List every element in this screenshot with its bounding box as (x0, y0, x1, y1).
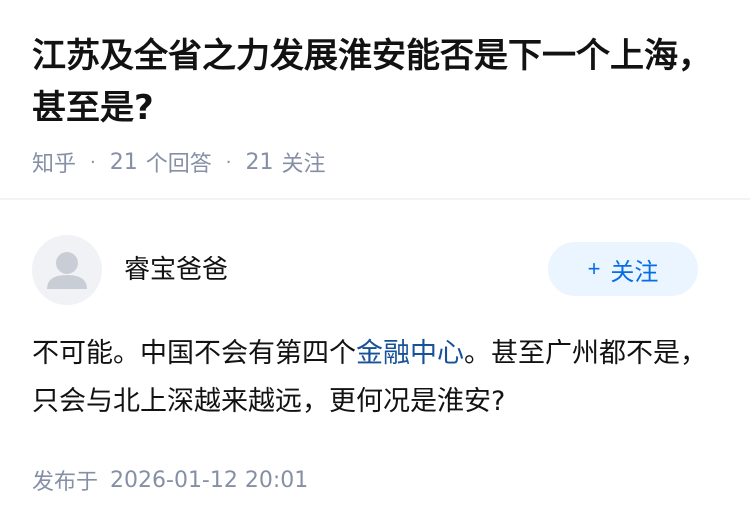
meta-separator: · (90, 151, 96, 173)
source-name[interactable]: 知乎 (32, 146, 76, 178)
question-meta: 知乎 · 21 个回答 · 21 关注 (32, 146, 722, 178)
default-avatar-icon[interactable] (32, 235, 102, 305)
follow-button[interactable]: + 关注 (548, 242, 698, 296)
author-name[interactable]: 睿宝爸爸 (124, 249, 228, 286)
publish-info: 发布于 2026-01-12 20:01 (32, 464, 308, 496)
question-title[interactable]: 江苏及全省之力发展淮安能否是下一个上海，甚至是? (32, 30, 722, 134)
answer-content: 不可能。中国不会有第四个金融中心。甚至广州都不是，只会与北上深越来越远，更何况是… (32, 330, 722, 426)
answer-count-label[interactable]: 个回答 (146, 146, 212, 178)
publish-datetime: 2026-01-12 20:01 (110, 467, 309, 493)
question-header: 江苏及全省之力发展淮安能否是下一个上海，甚至是? 知乎 · 21 个回答 · 2… (32, 30, 722, 178)
section-divider (0, 198, 750, 200)
keyword-link[interactable]: 金融中心 (356, 338, 464, 369)
author-row: 睿宝爸爸 + 关注 (32, 234, 718, 306)
answer-count: 21 (109, 149, 138, 175)
answer-text: 不可能。中国不会有第四个 (32, 338, 356, 369)
follower-count-label: 关注 (281, 152, 326, 177)
publish-label: 发布于 (32, 470, 99, 495)
follower-count: 21 (245, 149, 274, 175)
meta-separator: · (225, 151, 232, 173)
follow-button-label: 关注 (610, 258, 659, 286)
plus-icon: + (587, 256, 601, 281)
